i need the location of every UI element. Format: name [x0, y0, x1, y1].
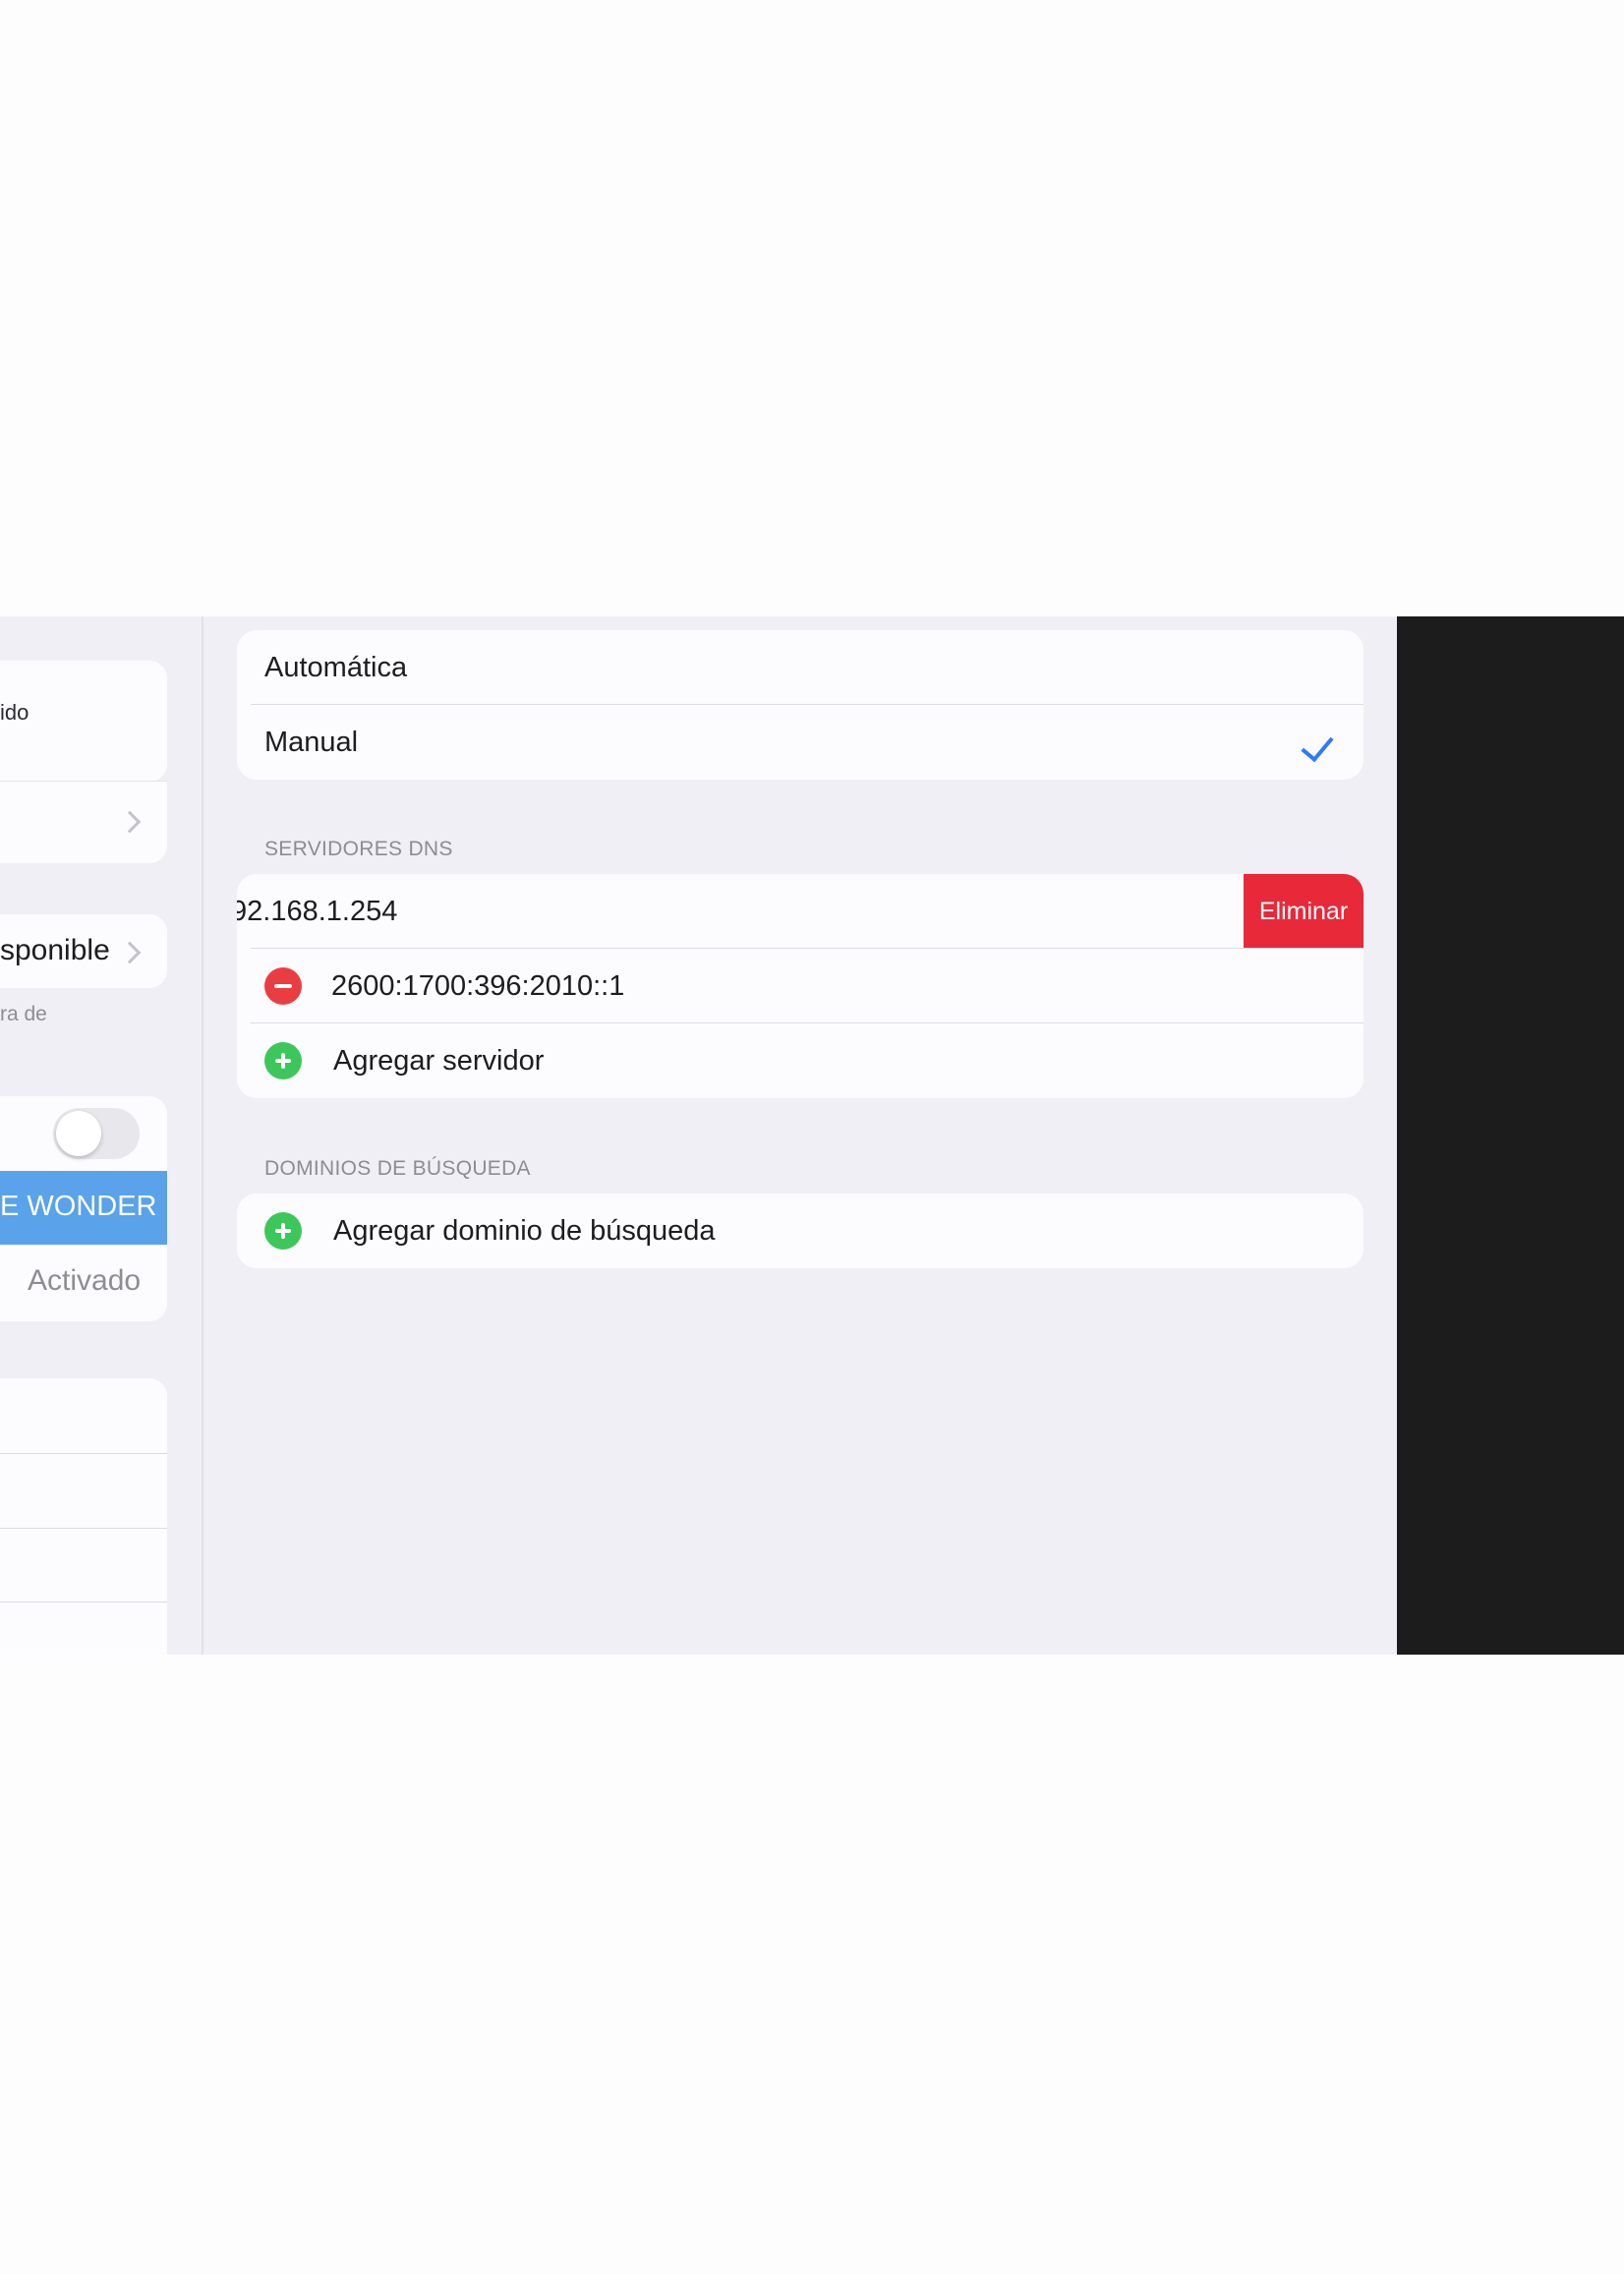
- add-search-domain-label: Agregar dominio de búsqueda: [333, 1215, 716, 1247]
- chevron-right-icon: [118, 810, 142, 834]
- add-circle-icon: [264, 1212, 302, 1250]
- dark-side-panel: [1397, 616, 1624, 1655]
- search-domains-card: Agregar dominio de búsqueda: [237, 1194, 1363, 1268]
- wifi-toggle[interactable]: [53, 1108, 140, 1159]
- dns-mode-automatic-row[interactable]: Automática: [237, 630, 1363, 705]
- chevron-right-icon: [118, 941, 142, 964]
- dns-server-1-value: 92.168.1.254: [237, 896, 398, 927]
- sidebar-status-value: Activado: [28, 1264, 142, 1297]
- add-server-label: Agregar servidor: [333, 1045, 545, 1077]
- sidebar-partial-label: ido: [0, 700, 29, 725]
- dns-server-2-value: 2600:1700:396:2010::1: [331, 970, 625, 1002]
- dns-server-row[interactable]: 2600:1700:396:2010::1: [237, 949, 1363, 1023]
- dns-mode-card: Automática Manual: [237, 630, 1363, 780]
- checkmark-icon: [1301, 728, 1334, 763]
- search-domains-header: DOMINIOS DE BÚSQUEDA: [264, 1157, 531, 1180]
- sidebar-selected-network[interactable]: E WONDER: [0, 1171, 167, 1245]
- settings-sidebar: ido sponible ra de E WONDER Activado: [0, 616, 203, 1655]
- selected-network-label: E WONDER: [0, 1191, 157, 1222]
- dns-server-row-swiped[interactable]: 92.168.1.254 Eliminar: [237, 874, 1363, 949]
- sidebar-item-available[interactable]: sponible: [0, 914, 167, 988]
- sidebar-item-available-label: sponible: [0, 934, 110, 966]
- dns-mode-manual-label: Manual: [264, 727, 359, 758]
- sidebar-list-card: [0, 1378, 167, 1655]
- sidebar-card-top: ido: [0, 661, 167, 782]
- ipad-screen: ido sponible ra de E WONDER Activado Aut…: [0, 616, 1624, 1655]
- delete-button[interactable]: Eliminar: [1244, 874, 1363, 949]
- toggle-knob: [56, 1111, 101, 1156]
- remove-circle-icon[interactable]: [264, 967, 302, 1005]
- dns-servers-card: 92.168.1.254 Eliminar 2600:1700:396:2010…: [237, 874, 1363, 1098]
- dns-settings-pane: Automática Manual SERVIDORES DNS 92.168.…: [203, 616, 1397, 1655]
- add-search-domain-row[interactable]: Agregar dominio de búsqueda: [237, 1194, 1363, 1268]
- dns-mode-automatic-label: Automática: [264, 652, 408, 683]
- dns-servers-header: SERVIDORES DNS: [264, 838, 453, 860]
- dns-mode-manual-row[interactable]: Manual: [237, 705, 1363, 780]
- sidebar-network-card: E WONDER Activado: [0, 1096, 167, 1321]
- sidebar-footnote: ra de: [0, 1003, 47, 1025]
- sidebar-item-disclosure[interactable]: [0, 782, 167, 863]
- add-server-row[interactable]: Agregar servidor: [237, 1023, 1363, 1098]
- add-circle-icon: [264, 1042, 302, 1079]
